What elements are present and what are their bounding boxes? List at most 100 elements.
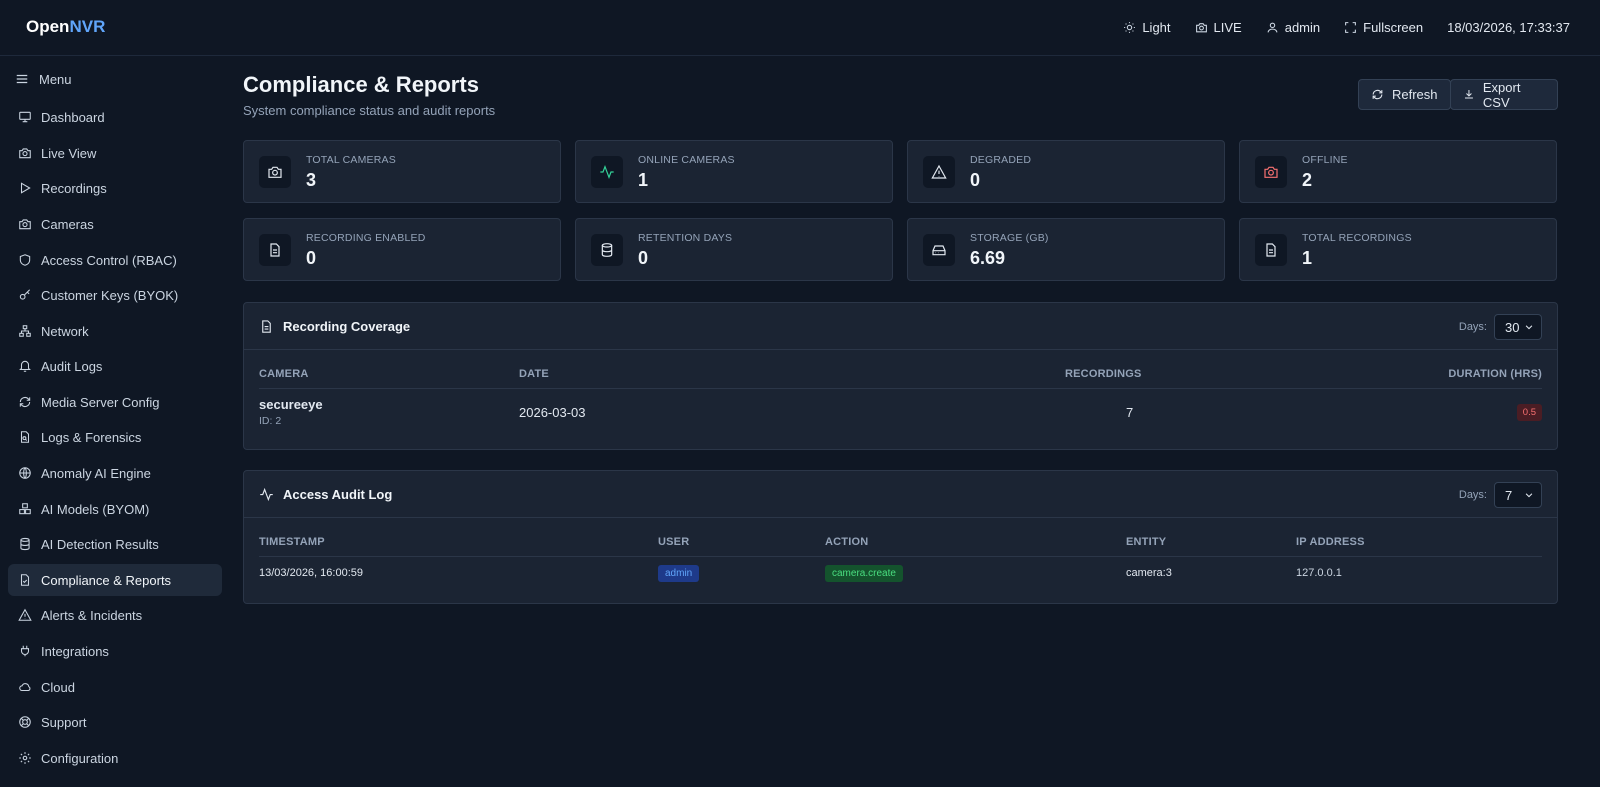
live-button[interactable]: LIVE [1195,20,1242,35]
column-header-entity: ENTITY [1126,536,1167,548]
action-badge: camera.create [825,565,903,582]
table-divider [259,556,1542,557]
camera-icon [19,148,31,159]
recording-coverage-panel: Recording Coverage Days: 30 CAMERA DATE … [243,302,1558,450]
key-icon [19,289,31,300]
sidebar-item-configuration[interactable]: Configuration [8,742,222,774]
download-icon [1464,90,1473,99]
sidebar-item-label: AI Models (BYOM) [41,501,150,517]
stat-label: OFFLINE [1302,154,1348,166]
stat-label: STORAGE (GB) [970,232,1049,244]
globe-icon [19,467,31,479]
user-menu-button[interactable]: admin [1266,20,1320,35]
plug-icon [20,645,30,657]
sidebar-item-support[interactable]: Support [8,706,222,738]
audit-entity: camera:3 [1126,567,1172,579]
sidebar-item-recordings[interactable]: Recordings [8,172,222,204]
menu-toggle[interactable]: Menu [0,56,230,102]
stat-card-storage: STORAGE (GB) 6.69 [907,218,1225,281]
sidebar-item-anomaly-ai-engine[interactable]: Anomaly AI Engine [8,457,222,489]
sidebar-item-label: Compliance & Reports [41,572,172,588]
hamburger-icon [16,74,28,84]
alert-icon [931,164,947,179]
stat-card-offline: OFFLINE 2 [1239,140,1557,203]
days-value: 7 [1505,487,1513,503]
sidebar-item-label: Alerts & Incidents [41,607,143,623]
audit-days-select[interactable]: 7 [1494,482,1542,508]
refresh-button[interactable]: Refresh [1358,79,1451,110]
days-filter: Days: 7 [1459,482,1542,508]
sidebar-item-media-server-config[interactable]: Media Server Config [8,386,222,418]
sidebar-item-ai-detection-results[interactable]: AI Detection Results [8,528,222,560]
sidebar-item-label: Cloud [41,679,75,695]
cloud-icon [19,683,31,692]
fullscreen-button[interactable]: Fullscreen [1344,20,1423,35]
export-csv-button[interactable]: Export CSV [1450,79,1558,110]
file-check-icon [20,574,30,586]
sidebar-item-alerts-incidents[interactable]: Alerts & Incidents [8,599,222,631]
network-icon [19,325,31,337]
stat-card-online-cameras: ONLINE CAMERAS 1 [575,140,893,203]
alert-icon [18,608,32,621]
live-label: LIVE [1213,19,1242,35]
sidebar-item-integrations[interactable]: Integrations [8,635,222,667]
stat-value: 1 [638,170,649,190]
fullscreen-label: Fullscreen [1363,19,1424,35]
sidebar-item-live-view[interactable]: Live View [8,137,222,169]
column-header-ip-address: IP ADDRESS [1296,536,1365,548]
stat-icon-box [1255,156,1287,188]
stat-value: 6.69 [970,248,1006,268]
sidebar-item-network[interactable]: Network [8,315,222,347]
stat-card-total-cameras: TOTAL CAMERAS 3 [243,140,561,203]
sidebar-item-compliance-reports[interactable]: Compliance & Reports [8,564,222,596]
fullscreen-icon [1345,21,1357,33]
file-icon [1266,243,1276,257]
stat-value: 3 [306,170,317,190]
stat-card-retention-days: RETENTION DAYS 0 [575,218,893,281]
audit-ip-address: 127.0.0.1 [1296,567,1342,579]
sidebar-item-label: AI Detection Results [41,536,159,552]
camera-name: secureeye [259,397,323,412]
sidebar-item-label: Access Control (RBAC) [41,252,177,268]
panel-title: Access Audit Log [259,487,392,502]
sidebar-item-label: Support [41,714,87,730]
sidebar-item-dashboard[interactable]: Dashboard [8,101,222,133]
sidebar-item-label: Integrations [41,643,109,659]
app-logo[interactable]: OpenNVR [26,17,105,37]
file-search-icon [20,431,30,443]
page-title: Compliance & Reports [243,72,479,97]
sidebar-item-ai-models[interactable]: AI Models (BYOM) [8,493,222,525]
sidebar-item-label: Live View [41,145,97,161]
camera-icon [1264,166,1278,178]
sidebar-item-access-control[interactable]: Access Control (RBAC) [8,244,222,276]
column-header-action: ACTION [825,536,869,548]
chevron-down-icon [1525,325,1533,330]
clock: 18/03/2026, 17:33:37 [1447,19,1570,35]
sidebar-item-cameras[interactable]: Cameras [8,208,222,240]
days-value: 30 [1505,319,1520,335]
stat-icon-box [923,234,955,266]
stat-label: ONLINE CAMERAS [638,154,735,166]
sidebar-item-customer-keys[interactable]: Customer Keys (BYOK) [8,279,222,311]
stat-value: 0 [638,248,649,268]
sidebar-item-label: Audit Logs [41,358,103,374]
stat-value: 0 [306,248,317,268]
page-subtitle: System compliance status and audit repor… [243,103,496,118]
column-header-camera: CAMERA [259,368,309,380]
table-divider [259,388,1542,389]
stat-label: RETENTION DAYS [638,232,733,244]
user-icon [1267,22,1278,32]
sidebar-item-audit-logs[interactable]: Audit Logs [8,350,222,382]
database-icon [20,537,30,551]
stat-card-total-recordings: TOTAL RECORDINGS 1 [1239,218,1557,281]
recording-coverage-title: Recording Coverage [283,318,411,334]
theme-toggle-button[interactable]: Light [1123,20,1171,35]
sidebar-item-cloud[interactable]: Cloud [8,671,222,703]
camera-icon [268,166,282,178]
export-csv-label: Export CSV [1482,79,1521,110]
stat-value: 0 [970,170,981,190]
file-icon [262,319,271,333]
coverage-days-select[interactable]: 30 [1494,314,1542,340]
sidebar-item-logs-forensics[interactable]: Logs & Forensics [8,421,222,453]
stat-card-recording-enabled: RECORDING ENABLED 0 [243,218,561,281]
